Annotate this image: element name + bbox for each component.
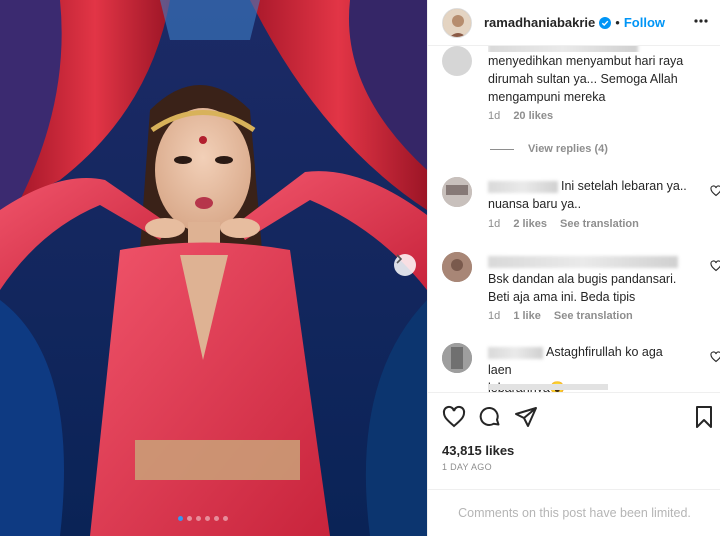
- post-actions: 43,815 likes 1 DAY AGO: [428, 392, 720, 484]
- commenter-avatar[interactable]: [442, 252, 472, 282]
- bookmark-icon[interactable]: [694, 405, 714, 429]
- comment-age: 1d: [488, 310, 501, 322]
- commenter-avatar[interactable]: [442, 177, 472, 207]
- carousel-dot: [214, 516, 219, 521]
- comment-heart-icon[interactable]: [710, 260, 720, 272]
- comment-likes[interactable]: 2 likes: [513, 218, 547, 230]
- comment-heart-icon[interactable]: [710, 351, 720, 363]
- comment-text-line: Ini setelah lebaran ya..: [561, 179, 687, 193]
- commenter-avatar-image: [442, 252, 472, 282]
- see-translation-link[interactable]: See translation: [554, 310, 633, 322]
- comment-text-line: Beti aja ama ini. Beda tipis: [488, 290, 636, 304]
- commenter-avatar[interactable]: [442, 343, 472, 373]
- username-link[interactable]: ramadhaniabakrie: [484, 15, 595, 30]
- comment-meta: 1d 1 like See translation: [488, 310, 643, 322]
- commenter-avatar-image: [442, 343, 472, 373]
- comment-age: 1d: [488, 110, 501, 122]
- post-photo: [0, 0, 427, 536]
- post-header: ramadhaniabakrie • Follow: [428, 0, 720, 46]
- commenter-name-redacted: [488, 255, 678, 268]
- carousel-indicator: [178, 516, 228, 521]
- comment-text: Bsk dandan ala bugis pandansari. Beti aj…: [488, 252, 688, 306]
- commenter-avatar-image: [442, 177, 472, 207]
- comment-text-line: menyedihkan menyambut hari raya: [488, 54, 684, 68]
- follow-button[interactable]: Follow: [624, 15, 665, 30]
- comments-list[interactable]: menyedihkan menyambut hari raya dirumah …: [428, 46, 720, 392]
- comment-meta-clipped: [488, 384, 618, 390]
- comment-meta: 1d 20 likes: [488, 110, 563, 122]
- comment-text-line: Bsk dandan ala bugis pandansari.: [488, 272, 677, 286]
- commenter-name-redacted: [488, 180, 558, 193]
- post-date[interactable]: 1 DAY AGO: [442, 462, 492, 472]
- replies-divider: [490, 148, 514, 150]
- comments-limited-notice: Comments on this post have been limited.: [428, 489, 720, 536]
- likes-count[interactable]: 43,815 likes: [442, 443, 514, 458]
- carousel-dot: [178, 516, 183, 521]
- chevron-right-icon: [396, 254, 403, 264]
- comment-heart-icon[interactable]: [710, 185, 720, 197]
- comment-text-line: dirumah sultan ya... Semoga Allah: [488, 72, 678, 86]
- carousel-dot: [187, 516, 192, 521]
- more-options-icon[interactable]: [693, 13, 709, 29]
- comment-meta: 1d 2 likes See translation: [488, 218, 649, 230]
- comment-text: Ini setelah lebaran ya.. nuansa baru ya.…: [488, 177, 688, 213]
- header-separator: •: [615, 15, 620, 30]
- comment-likes[interactable]: 1 like: [513, 310, 541, 322]
- comment-text: menyedihkan menyambut hari raya dirumah …: [488, 46, 688, 106]
- post-sidebar: ramadhaniabakrie • Follow menyedihkan me…: [427, 0, 720, 536]
- see-translation-link[interactable]: See translation: [560, 218, 639, 230]
- share-icon[interactable]: [514, 405, 538, 429]
- comment-text-line: nuansa baru ya..: [488, 197, 582, 211]
- carousel-dot: [196, 516, 201, 521]
- carousel-dot: [205, 516, 210, 521]
- verified-badge-icon: [599, 16, 612, 29]
- commenter-avatar[interactable]: [442, 46, 472, 76]
- comment-age: 1d: [488, 218, 501, 230]
- comment-icon[interactable]: [478, 405, 502, 429]
- commenter-name-redacted: [488, 46, 638, 52]
- view-replies-button[interactable]: View replies (4): [490, 143, 608, 155]
- avatar[interactable]: [442, 7, 472, 38]
- view-replies-label: View replies (4): [528, 143, 608, 155]
- commenter-name-redacted: [488, 346, 543, 359]
- post-media[interactable]: [0, 0, 427, 536]
- comment-likes[interactable]: 20 likes: [513, 110, 553, 122]
- comment-text-line: mengampuni mereka: [488, 90, 606, 104]
- heart-icon[interactable]: [442, 405, 466, 429]
- carousel-next-button[interactable]: [394, 254, 416, 276]
- carousel-dot: [223, 516, 228, 521]
- avatar-image: [443, 8, 471, 37]
